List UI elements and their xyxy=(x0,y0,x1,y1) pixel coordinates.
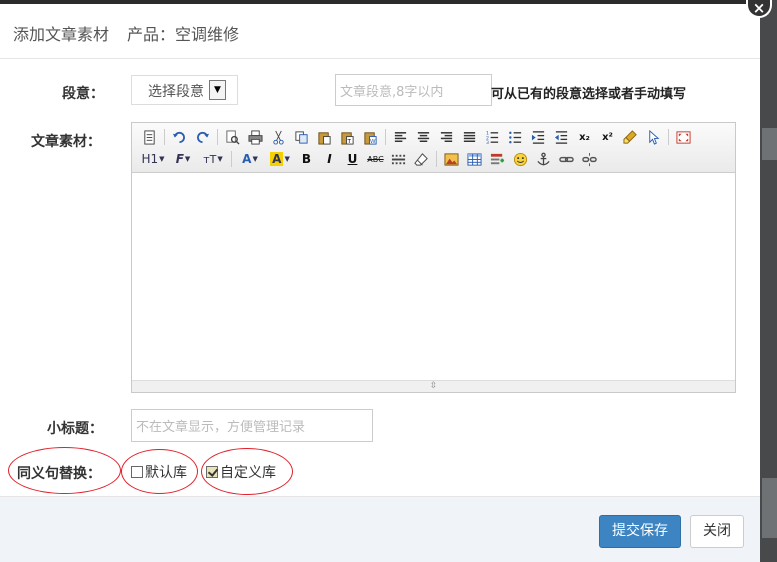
outdent-icon[interactable] xyxy=(550,127,573,147)
align-center-icon[interactable] xyxy=(412,127,435,147)
print-icon[interactable] xyxy=(244,127,267,147)
annotation-circle xyxy=(8,447,121,494)
background-block xyxy=(762,478,777,538)
indent-icon[interactable] xyxy=(527,127,550,147)
annotation-circle xyxy=(201,448,293,495)
modal-title: 添加文章素材 产品：空调维修 xyxy=(13,21,239,45)
screen: 添加文章素材 产品：空调维修 段意： 选择段意 ▼ 文章段意,8字以内 可从已有的… xyxy=(0,0,777,562)
undo-icon[interactable] xyxy=(168,127,191,147)
bold-button[interactable]: B xyxy=(295,149,318,169)
subtitle-input-placeholder: 不在文章显示，方便管理记录 xyxy=(136,420,306,435)
resize-grip-icon: ⇳ xyxy=(429,381,438,391)
font-color-label: A xyxy=(242,152,252,166)
background-right-strip xyxy=(760,0,777,562)
cut-icon[interactable] xyxy=(267,127,290,147)
horizontal-rule-icon[interactable] xyxy=(387,149,410,169)
heading-label: H1 xyxy=(141,152,159,166)
close-button[interactable]: 关闭 xyxy=(690,515,744,548)
clear-format-icon[interactable] xyxy=(619,127,642,147)
modal-footer: 提交保存 关闭 xyxy=(0,496,760,562)
chevron-down-icon: ▼ xyxy=(217,155,223,163)
paste-word-icon[interactable]: W xyxy=(359,127,382,147)
svg-text:3: 3 xyxy=(486,140,489,145)
chevron-down-icon: ▼ xyxy=(184,155,191,163)
unlink-icon[interactable] xyxy=(578,149,601,169)
modal-header: 添加文章素材 产品：空调维修 xyxy=(0,4,760,59)
subtitle-label: 小标题： xyxy=(47,421,103,437)
paragraph-input[interactable]: 文章段意,8字以内 xyxy=(335,74,492,106)
dropdown-arrow-icon[interactable]: ▼ xyxy=(209,80,226,100)
paste-icon[interactable] xyxy=(313,127,336,147)
toolbar-separator xyxy=(217,129,218,145)
content-label: 文章素材： xyxy=(31,134,101,150)
heading-button[interactable]: H1 ▼ xyxy=(138,149,168,169)
chevron-down-icon: ▼ xyxy=(284,155,290,163)
rich-text-editor: T W 123 x₂ x² H1 ▼ F ▼ тT ▼ A ▼ A ▼ B I … xyxy=(131,122,736,393)
superscript-icon[interactable]: x² xyxy=(596,127,619,147)
paragraph-hint: 可从已有的段意选择或者手动填写 xyxy=(491,87,687,102)
underline-button[interactable]: U xyxy=(341,149,364,169)
table-icon[interactable] xyxy=(463,149,486,169)
paragraph-input-placeholder: 文章段意,8字以内 xyxy=(340,85,444,100)
image-icon[interactable] xyxy=(440,149,463,169)
annotation-circle xyxy=(121,449,198,494)
ordered-list-icon[interactable]: 123 xyxy=(481,127,504,147)
emoticon-icon[interactable] xyxy=(509,149,532,169)
editor-toolbar: T W 123 x₂ x² H1 ▼ F ▼ тT ▼ A ▼ A ▼ B I … xyxy=(132,123,735,173)
source-code-icon[interactable] xyxy=(138,127,161,147)
font-family-label: F xyxy=(175,152,184,166)
redo-icon[interactable] xyxy=(191,127,214,147)
modal-title-text: 添加文章素材 xyxy=(13,25,110,44)
fullscreen-icon[interactable] xyxy=(672,127,695,147)
product-text: 产品：空调维修 xyxy=(127,25,240,44)
toolbar-separator xyxy=(436,151,437,167)
link-icon[interactable] xyxy=(555,149,578,169)
background-block xyxy=(762,128,777,160)
editor-content-area[interactable] xyxy=(132,174,735,381)
strikethrough-button[interactable]: ABC xyxy=(364,149,387,169)
font-size-button[interactable]: тT ▼ xyxy=(198,149,228,169)
svg-text:T: T xyxy=(347,139,352,145)
font-family-button[interactable]: F ▼ xyxy=(168,149,198,169)
svg-text:W: W xyxy=(370,139,376,145)
font-color-button[interactable]: A ▼ xyxy=(235,149,265,169)
align-right-icon[interactable] xyxy=(435,127,458,147)
eraser-icon[interactable] xyxy=(410,149,433,169)
paragraph-label: 段意： xyxy=(62,86,104,102)
add-article-modal: 添加文章素材 产品：空调维修 段意： 选择段意 ▼ 文章段意,8字以内 可从已有的… xyxy=(0,4,760,562)
font-size-label: тT xyxy=(203,152,217,166)
subtitle-input[interactable]: 不在文章显示，方便管理记录 xyxy=(131,409,373,442)
highlight-button[interactable]: A ▼ xyxy=(265,149,295,169)
toolbar-separator xyxy=(164,129,165,145)
toolbar-row-2: H1 ▼ F ▼ тT ▼ A ▼ A ▼ B I U ABC xyxy=(138,149,601,169)
insert-code-icon[interactable] xyxy=(486,149,509,169)
paragraph-select[interactable]: 选择段意 ▼ xyxy=(131,75,238,105)
chevron-down-icon: ▼ xyxy=(252,155,258,163)
align-justify-icon[interactable] xyxy=(458,127,481,147)
paragraph-select-value: 选择段意 xyxy=(148,84,204,100)
paste-text-icon[interactable]: T xyxy=(336,127,359,147)
toolbar-separator xyxy=(385,129,386,145)
submit-save-button[interactable]: 提交保存 xyxy=(599,515,681,548)
preview-icon[interactable] xyxy=(221,127,244,147)
select-all-icon[interactable] xyxy=(642,127,665,147)
italic-button[interactable]: I xyxy=(318,149,341,169)
toolbar-row-1: T W 123 x₂ x² xyxy=(138,127,695,147)
subscript-icon[interactable]: x₂ xyxy=(573,127,596,147)
chevron-down-icon: ▼ xyxy=(159,155,165,163)
copy-icon[interactable] xyxy=(290,127,313,147)
anchor-icon[interactable] xyxy=(532,149,555,169)
editor-resize-handle[interactable]: ⇳ xyxy=(132,380,735,392)
align-left-icon[interactable] xyxy=(389,127,412,147)
toolbar-separator xyxy=(231,151,232,167)
toolbar-separator xyxy=(668,129,669,145)
highlight-label: A xyxy=(270,152,284,166)
unordered-list-icon[interactable] xyxy=(504,127,527,147)
